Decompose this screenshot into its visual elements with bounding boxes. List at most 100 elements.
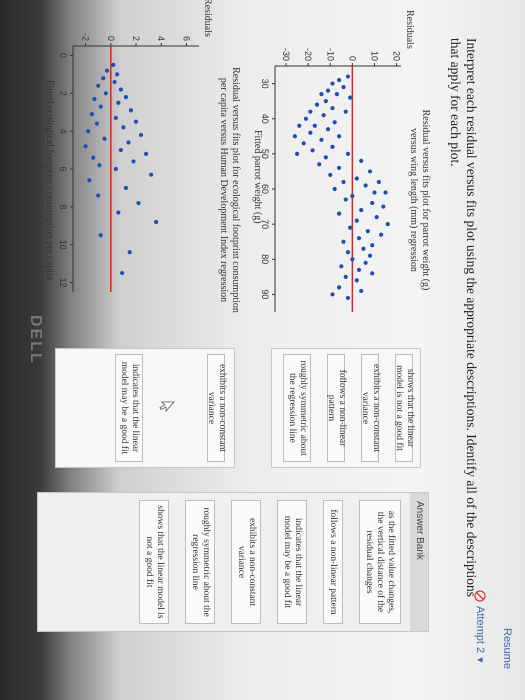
answer-bank-chip-0[interactable]: as the fitted value changes, the vertica… [359,500,401,624]
attempt-label: Attempt 2 [474,606,487,654]
plot1-point [323,99,328,104]
plot1-x-tick-label: 80 [260,254,270,264]
plot1-point [348,95,353,100]
plot1-point [345,250,351,255]
plot2-point [118,87,123,92]
plot1-point [317,162,322,167]
plot1-answer-chip-3[interactable]: roughly symmetric about the regression l… [283,354,311,462]
plot2-point [116,210,121,215]
answer-bank-title: Answer Bank [410,493,428,631]
plot1-point [301,141,306,146]
plot1-answer-chip-0[interactable]: shows that the linear model is not a goo… [394,354,415,462]
plot1-x-tick-label: 30 [260,79,270,89]
plot2-answer-chip-1[interactable]: indicates that the linear model may be a… [115,354,143,462]
plot1-point [363,260,368,265]
plot1-point [337,165,342,171]
plot1-point [312,123,317,128]
plot2-point [136,200,141,206]
plot1-point [363,183,368,188]
plot1-point [385,222,390,227]
plot1-chart: 20100-10-20-3030405060708090 [260,48,402,312]
plot1-point [323,155,328,160]
answer-bank-chip-1[interactable]: follows a non-linear pattern [323,500,343,624]
plot2-point [98,104,103,109]
plot2-point [112,79,117,85]
plot2-point [114,72,120,77]
plot2-chart: 6 4 2 0 -2 0 2 4 6 8 10 12 [58,33,199,292]
plot1-point [354,218,359,223]
plot1-point [325,127,331,132]
plot2-x-tick-label: 6 [58,166,68,171]
answer-bank-chip-5[interactable]: shows that the linear model is not a goo… [139,500,169,624]
plot2-point [116,100,121,105]
plot1-point [332,120,337,125]
plot1-point [356,267,362,272]
plot1-point [367,253,373,258]
plot1-answer-chip-1[interactable]: exhibits a non-constant variance [360,354,381,462]
plot1-point [337,134,342,139]
plot2-answer-chip-0[interactable]: exhibits a non-constant variance [206,354,227,462]
chevron-down-icon: ▾ [474,657,486,663]
plot1-point [339,264,344,269]
plot1-y-tick-label: 0 [347,56,357,61]
plot2-point [97,163,102,168]
photo-frame: DELL Resume Attempt 2 ▾ Interpret each r… [0,0,525,700]
plot2-point [92,96,97,102]
plot2-point [96,193,101,198]
plot1-point [345,74,351,79]
answer-bank-chip-2[interactable]: indicates that the linear model may be a… [277,500,307,624]
plot1-point [359,158,364,163]
plot2-y-tick-label: 2 [131,36,141,41]
plot1-point [303,116,309,121]
plot2-point [127,250,132,255]
attempt-selector[interactable]: Attempt 2 ▾ [474,590,487,663]
plot2-point [126,140,131,145]
plot1-point [361,246,366,251]
plot1-point [350,257,355,262]
plot1-point [372,190,377,195]
plot1-point [374,215,379,220]
plot1-y-tick-label: -20 [303,48,313,61]
plot2-point [94,121,100,126]
plot1-point [343,109,348,114]
plot2-point [133,119,139,124]
plot2-y-tick-label: 6 [181,36,191,41]
plot2-point [123,94,129,100]
plot1-point [314,102,320,107]
plot2-point [83,144,88,149]
plot1-title: Residual versus fits plot for parrot wei… [408,109,431,291]
answer-bank-chip-3[interactable]: exhibits a non-constant variance [231,500,261,624]
plot1-point [295,151,300,156]
plot1-answer-chip-2[interactable]: follows a non-linear pattern [326,354,347,462]
answer-bank-chip-4[interactable]: roughly symmetric about the regression l… [185,500,215,624]
plot1-xlabel: Fitted parrot weight (g) [252,130,263,224]
plot2-x-tick-label: 0 [58,53,68,58]
plot2-y-tick-label: 4 [156,36,166,41]
plot2-point [149,172,154,177]
plot2-point [138,132,144,138]
plot2-point [96,83,101,88]
plot1-y-tick-label: 10 [369,51,379,61]
plot1-point [343,197,348,202]
plot1-point [383,190,388,195]
plot2-point [118,147,123,153]
resume-link[interactable]: Resume [501,628,513,669]
plot2-point [121,125,126,130]
plot1-point [341,239,346,244]
plot2-title: Residual versus fits plot for ecological… [218,67,241,313]
plot1-point [330,144,335,149]
plot2-point [154,219,159,225]
plot1-point [319,137,324,142]
plot2-point [87,178,92,183]
plot2-y-tick-label: 0 [106,36,116,41]
plot1-point [310,148,315,153]
plot1-point [381,204,386,209]
plot1-point [370,200,375,206]
plot1-point [330,106,335,111]
plot1-point [367,169,373,174]
instruction-text: Interpret each residual versus fits plot… [448,38,479,597]
plot2-point [98,233,103,238]
plot2-point [123,185,129,191]
plot1-point [341,179,346,185]
plot1-point [365,229,370,234]
